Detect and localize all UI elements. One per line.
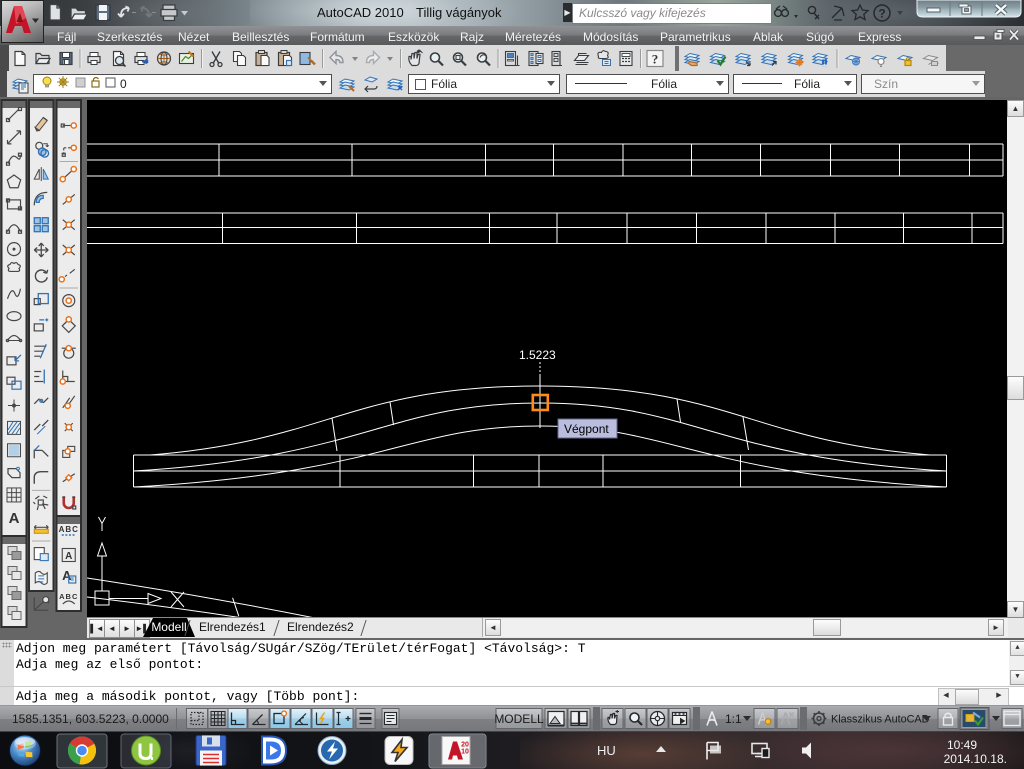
svg-text:10: 10 [461,749,469,756]
svg-text:Klasszikus AutoCAD: Klasszikus AutoCAD [831,714,930,726]
svg-text:Végpont: Végpont [564,422,609,436]
svg-text:HU: HU [597,743,616,758]
svg-text:?: ? [878,7,885,21]
svg-text:?: ? [652,52,659,67]
svg-text:ABC: ABC [59,525,79,534]
svg-text:10:49: 10:49 [947,738,977,752]
svg-text:MODELL: MODELL [494,712,544,726]
svg-text:A: A [9,510,20,527]
svg-text:2014.10.18.: 2014.10.18. [944,752,1007,766]
svg-text:ABC: ABC [59,592,78,601]
svg-text:A: A [65,551,72,562]
svg-text:1.5223: 1.5223 [519,348,556,362]
svg-text:20: 20 [461,742,469,749]
svg-text:1:1: 1:1 [725,712,742,726]
